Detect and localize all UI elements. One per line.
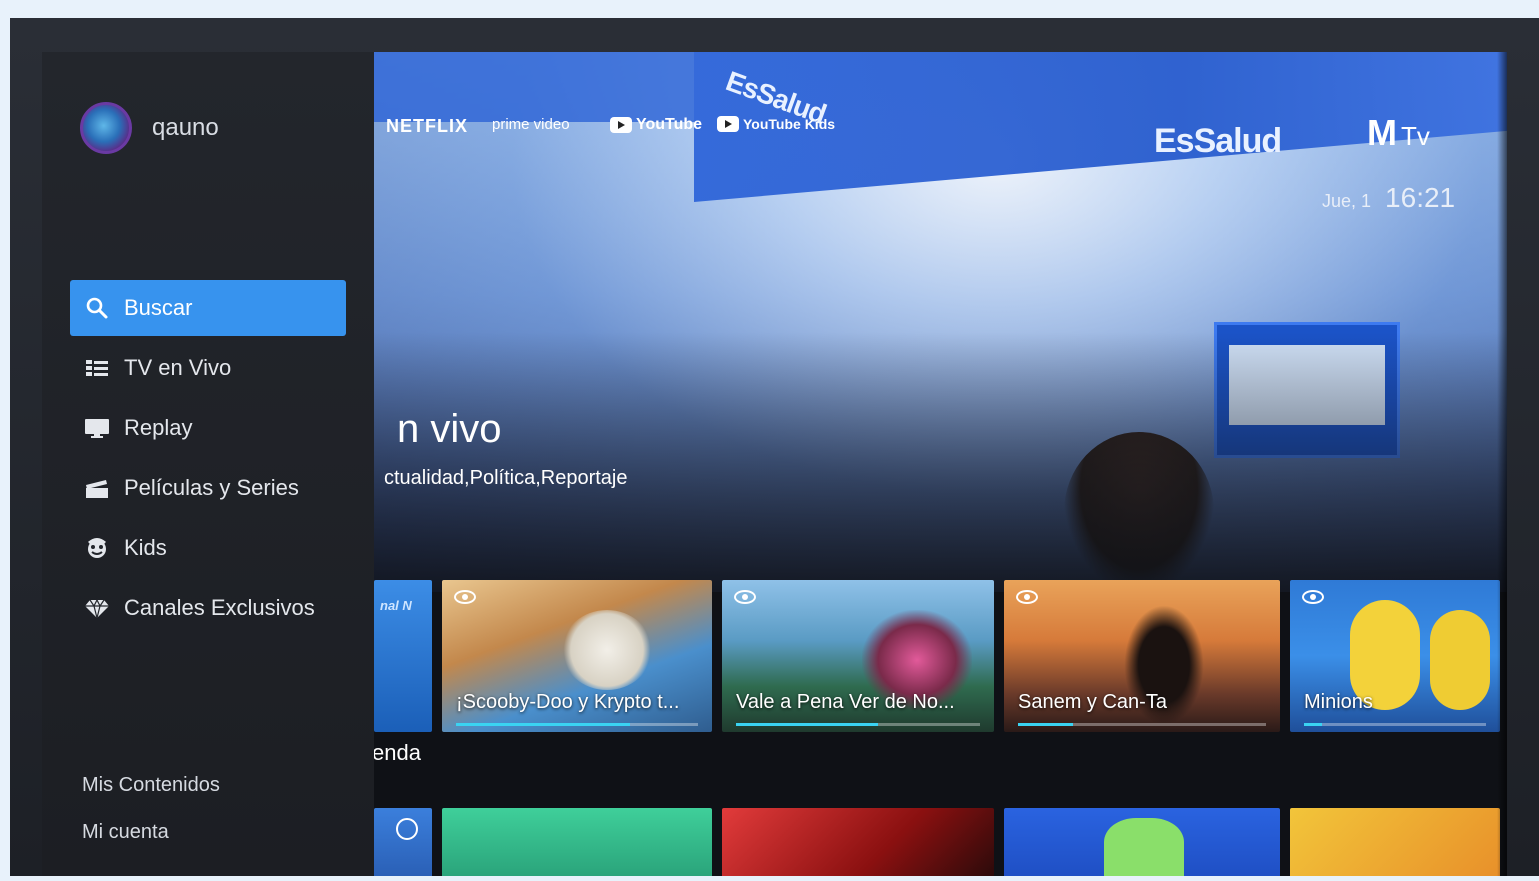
- sidebar-menu: Buscar TV en Vivo Replay Películas y Ser…: [70, 280, 346, 640]
- avatar: [80, 102, 132, 154]
- replay-monitor-icon: [84, 417, 110, 439]
- card-minions[interactable]: Minions: [1290, 580, 1500, 732]
- card-row2-1[interactable]: [442, 808, 712, 876]
- prime-video-logo[interactable]: prime video: [492, 116, 570, 133]
- watched-eye-icon: [454, 590, 476, 604]
- movistar-tv-text: Tv: [1401, 121, 1430, 151]
- sidebar-item-label: Películas y Series: [124, 475, 299, 500]
- card-progress-bar: [736, 723, 980, 726]
- sidebar-item-tv-en-vivo[interactable]: TV en Vivo: [70, 340, 346, 396]
- sidebar-item-replay[interactable]: Replay: [70, 400, 346, 456]
- profile[interactable]: qauno: [80, 102, 219, 154]
- youtube-logo[interactable]: YouTube: [610, 116, 702, 134]
- card-title: Vale a Pena Ver de No...: [736, 691, 955, 713]
- section-title: enda: [372, 740, 421, 765]
- hero-background: EsSalud EsSalud: [374, 52, 1507, 592]
- card-row2-4[interactable]: [1290, 808, 1500, 876]
- mis-contenidos-link[interactable]: Mis Contenidos: [82, 774, 220, 797]
- card-vale-a-pena[interactable]: Vale a Pena Ver de No...: [722, 580, 994, 732]
- card-progress-bar: [456, 723, 698, 726]
- hero-shadow-overlay: [374, 332, 1507, 592]
- sidebar-item-buscar[interactable]: Buscar: [70, 280, 346, 336]
- card-title: Sanem y Can-Ta: [1018, 691, 1167, 713]
- tv-photo-frame: EsSalud EsSalud NETFLIX prime video YouT…: [10, 18, 1539, 876]
- youtube-kids-logo-text: YouTube Kids: [743, 116, 836, 132]
- live-tv-icon: [84, 357, 110, 379]
- hero-title: n vivo: [397, 407, 502, 451]
- card-progress-fill: [456, 723, 631, 726]
- movistar-tv-logo: M Tv: [1367, 112, 1430, 154]
- globe-icon: [396, 818, 418, 840]
- sidebar-item-label: TV en Vivo: [124, 355, 232, 380]
- prime-video-logo-text: prime video: [492, 116, 570, 133]
- sidebar-item-label: Buscar: [124, 295, 193, 320]
- card-progress-fill: [1018, 723, 1073, 726]
- card-partial-left[interactable]: nal N: [374, 580, 432, 732]
- screen-edge-shadow: [1497, 52, 1507, 876]
- sidebar-item-label: Replay: [124, 415, 193, 440]
- minion-art-decor-2: [1430, 610, 1490, 710]
- card-progress-bar: [1018, 723, 1266, 726]
- tv-screen: EsSalud EsSalud NETFLIX prime video YouT…: [42, 52, 1507, 876]
- netflix-logo-text: NETFLIX: [386, 116, 468, 136]
- card-progress-bar: [1304, 723, 1486, 726]
- watched-eye-icon: [1302, 590, 1324, 604]
- clapperboard-icon: [84, 477, 110, 499]
- card-scooby-doo[interactable]: ¡Scooby-Doo y Krypto t...: [442, 580, 712, 732]
- sidebar-item-canales-exclusivos[interactable]: Canales Exclusivos: [70, 580, 346, 636]
- card-partial-america[interactable]: [374, 808, 432, 876]
- sidebar: qauno Buscar TV en Vivo Replay Películas…: [42, 52, 374, 876]
- cartoon-art-decor: [1104, 818, 1184, 876]
- diamond-icon: [84, 597, 110, 619]
- card-partial-label: nal N: [380, 598, 412, 613]
- movistar-m-logo: M: [1367, 112, 1397, 153]
- hero-banner-left-decor: [374, 52, 694, 122]
- scooby-art-decor: [562, 610, 652, 690]
- card-title: ¡Scooby-Doo y Krypto t...: [456, 691, 680, 713]
- hero-genres: ctualidad,Política,Reportaje: [384, 467, 628, 489]
- kids-face-icon: [84, 537, 110, 559]
- card-progress-fill: [1304, 723, 1323, 726]
- search-icon: [84, 297, 110, 319]
- clock: Jue, 1 16:21: [1322, 182, 1455, 214]
- row-second: [374, 808, 1500, 876]
- hero-banner-essalud-text: EsSalud: [1154, 122, 1282, 160]
- sidebar-item-kids[interactable]: Kids: [70, 520, 346, 576]
- youtube-logo-text: YouTube: [636, 116, 703, 133]
- card-progress-fill: [736, 723, 878, 726]
- row-continue-watching: nal N ¡Scooby-Doo y Krypto t... Vale a P…: [374, 580, 1500, 732]
- youtube-kids-play-icon: [717, 116, 739, 132]
- card-title: Minions: [1304, 691, 1373, 713]
- card-sanem-y-can[interactable]: Sanem y Can-Ta: [1004, 580, 1280, 732]
- netflix-logo[interactable]: NETFLIX: [386, 116, 468, 137]
- sidebar-bottom-links: Mis Contenidos Mi cuenta: [82, 774, 220, 868]
- mi-cuenta-link[interactable]: Mi cuenta: [82, 821, 220, 844]
- clock-time: 16:21: [1385, 182, 1456, 213]
- youtube-play-icon: [610, 117, 632, 133]
- card-row2-2[interactable]: [722, 808, 994, 876]
- youtube-kids-logo[interactable]: YouTube Kids: [717, 116, 835, 132]
- sidebar-item-label: Canales Exclusivos: [124, 595, 315, 620]
- sidebar-item-label: Kids: [124, 535, 167, 560]
- profile-name: qauno: [152, 114, 219, 141]
- watched-eye-icon: [734, 590, 756, 604]
- clock-date: Jue, 1: [1322, 191, 1372, 211]
- watched-eye-icon: [1016, 590, 1038, 604]
- card-row2-3[interactable]: [1004, 808, 1280, 876]
- sidebar-item-peliculas-series[interactable]: Películas y Series: [70, 460, 346, 516]
